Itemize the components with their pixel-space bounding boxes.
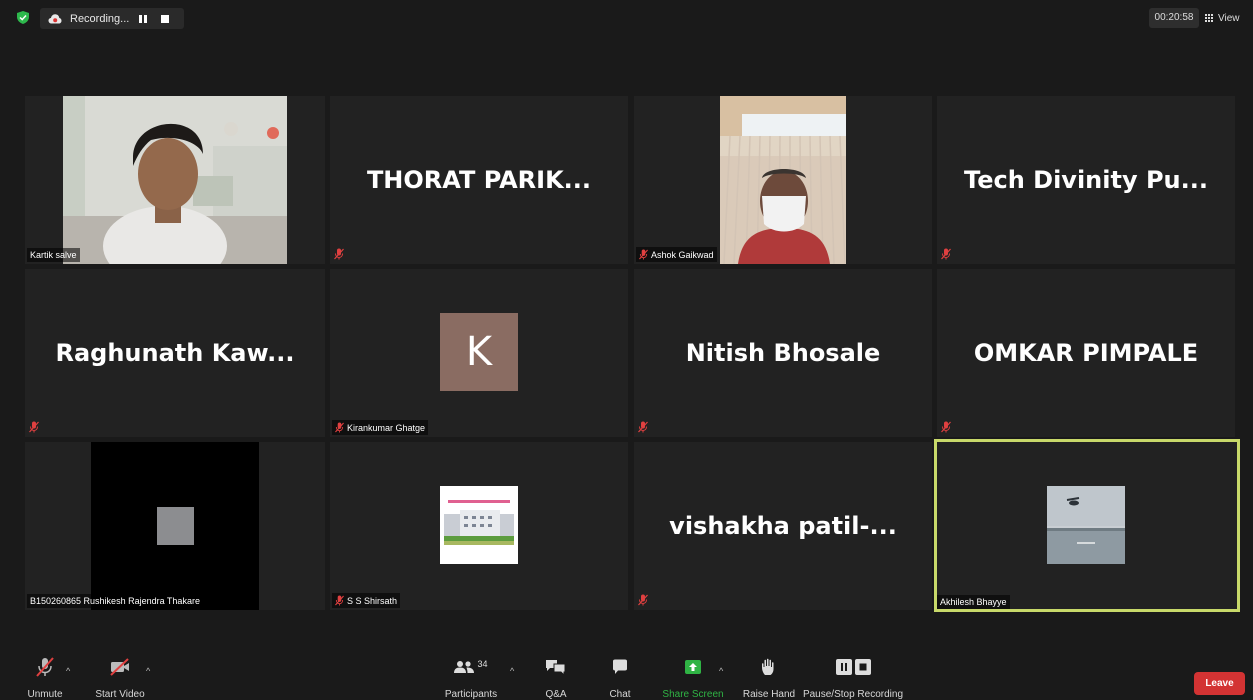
participant-video — [91, 442, 259, 610]
participant-name: Kartik salve — [30, 250, 77, 260]
participant-video — [63, 96, 287, 264]
participant-name: Kirankumar Ghatge — [347, 422, 426, 433]
participant-display-name: Raghunath Kaw... — [55, 339, 295, 367]
participant-video — [720, 96, 846, 264]
participants-button[interactable]: 34 Participants — [438, 656, 504, 700]
pause-icon — [139, 14, 147, 23]
participant-name-label: Ashok Gaikwad — [636, 247, 717, 262]
meeting-top-bar: Recording... 00:20:58 View — [0, 0, 1253, 34]
mic-muted-icon — [639, 249, 648, 260]
participants-count: 34 — [477, 659, 488, 669]
mic-muted-icon — [941, 248, 951, 260]
meeting-toolbar: Unmute ^ Start Video ^ 34 Participants ^ — [0, 656, 1253, 700]
video-off-icon — [110, 658, 129, 676]
participant-tile[interactable]: S S Shirsath — [330, 442, 628, 610]
mic-muted-icon — [29, 421, 39, 433]
shield-check-icon[interactable] — [17, 11, 29, 24]
participant-name: Ashok Gaikwad — [651, 249, 714, 260]
share-options-caret[interactable]: ^ — [719, 666, 723, 676]
participant-tile[interactable]: Raghunath Kaw... — [25, 269, 325, 437]
participant-name-label: Akhilesh Bhayye — [937, 595, 1010, 609]
participant-tile[interactable]: Kartik salve — [25, 96, 325, 264]
participant-tile[interactable]: THORAT PARIK... — [330, 96, 628, 264]
pause-stop-recording-icon — [835, 656, 871, 678]
unmute-label: Unmute — [27, 689, 63, 700]
view-button[interactable]: View — [1205, 8, 1250, 28]
participant-display-name: Tech Divinity Pu... — [964, 166, 1208, 194]
chat-label: Chat — [609, 689, 631, 700]
mic-muted-icon — [638, 594, 648, 606]
recording-label: Recording... — [70, 12, 130, 25]
participant-tile[interactable]: Nitish Bhosale — [634, 269, 932, 437]
participant-name: B150260865 Rushikesh Rajendra Thakare — [30, 596, 200, 606]
recording-indicator: Recording... — [40, 8, 184, 29]
participant-profile-image — [1047, 486, 1125, 564]
leave-button[interactable]: Leave — [1194, 672, 1245, 695]
start-video-button[interactable]: Start Video — [90, 656, 150, 700]
mic-muted-icon — [335, 422, 344, 433]
stop-recording-button[interactable] — [160, 14, 170, 24]
raise-hand-button[interactable]: Raise Hand — [740, 656, 798, 700]
participant-tile[interactable]: vishakha patil-... — [634, 442, 932, 610]
participant-tile[interactable]: Tech Divinity Pu... — [937, 96, 1235, 264]
share-screen-icon — [685, 660, 701, 674]
participant-name-label: Kartik salve — [27, 248, 80, 262]
qa-label: Q&A — [545, 689, 567, 700]
raise-hand-icon — [762, 658, 774, 675]
participant-display-name: vishakha patil-... — [669, 512, 897, 540]
participants-icon — [454, 661, 475, 673]
participant-name-label: B150260865 Rushikesh Rajendra Thakare — [27, 594, 203, 608]
pause-stop-recording-label: Pause/Stop Recording — [802, 689, 904, 700]
participant-tile[interactable]: OMKAR PIMPALE — [937, 269, 1235, 437]
start-video-label: Start Video — [95, 689, 145, 700]
chat-button[interactable]: Chat — [602, 656, 638, 700]
mic-muted-icon — [941, 421, 951, 433]
grid-view-icon — [1205, 13, 1215, 23]
participants-options-caret[interactable]: ^ — [510, 666, 514, 676]
raise-hand-label: Raise Hand — [742, 689, 796, 700]
participant-display-name: Nitish Bhosale — [685, 339, 881, 367]
participant-name: Akhilesh Bhayye — [940, 597, 1007, 607]
audio-options-caret[interactable]: ^ — [66, 666, 70, 676]
participant-name-label: Kirankumar Ghatge — [332, 420, 429, 435]
participant-display-name: OMKAR PIMPALE — [973, 339, 1199, 367]
qa-button[interactable]: Q&A — [538, 656, 574, 700]
video-options-caret[interactable]: ^ — [146, 666, 150, 676]
cloud-record-icon — [48, 13, 62, 23]
participant-tile[interactable]: B150260865 Rushikesh Rajendra Thakare — [25, 442, 325, 610]
share-screen-button[interactable]: Share Screen — [660, 656, 726, 700]
unmute-button[interactable]: Unmute — [22, 656, 68, 700]
chat-icon — [613, 659, 627, 674]
participant-name-label: S S Shirsath — [332, 593, 401, 608]
participants-label: Participants — [444, 689, 498, 700]
mic-muted-icon — [36, 657, 54, 677]
qa-icon — [546, 660, 566, 676]
stop-icon — [161, 14, 169, 23]
view-label: View — [1218, 12, 1240, 24]
participant-display-name: THORAT PARIK... — [366, 166, 592, 194]
mic-muted-icon — [638, 421, 648, 433]
mic-muted-icon — [335, 595, 344, 606]
participant-tile[interactable]: K Kirankumar Ghatge — [330, 269, 628, 437]
share-screen-label: Share Screen — [662, 689, 724, 700]
mic-muted-icon — [334, 248, 344, 260]
participant-profile-image — [440, 486, 518, 564]
participant-avatar: K — [440, 313, 518, 391]
pause-recording-button[interactable] — [136, 13, 150, 25]
participant-tile-active-speaker[interactable]: Akhilesh Bhayye — [934, 439, 1240, 612]
participant-name: S S Shirsath — [347, 595, 398, 606]
pause-stop-recording-button[interactable]: Pause/Stop Recording — [793, 656, 913, 700]
participant-tile[interactable]: Ashok Gaikwad — [634, 96, 932, 264]
meeting-timer: 00:20:58 — [1149, 8, 1199, 28]
